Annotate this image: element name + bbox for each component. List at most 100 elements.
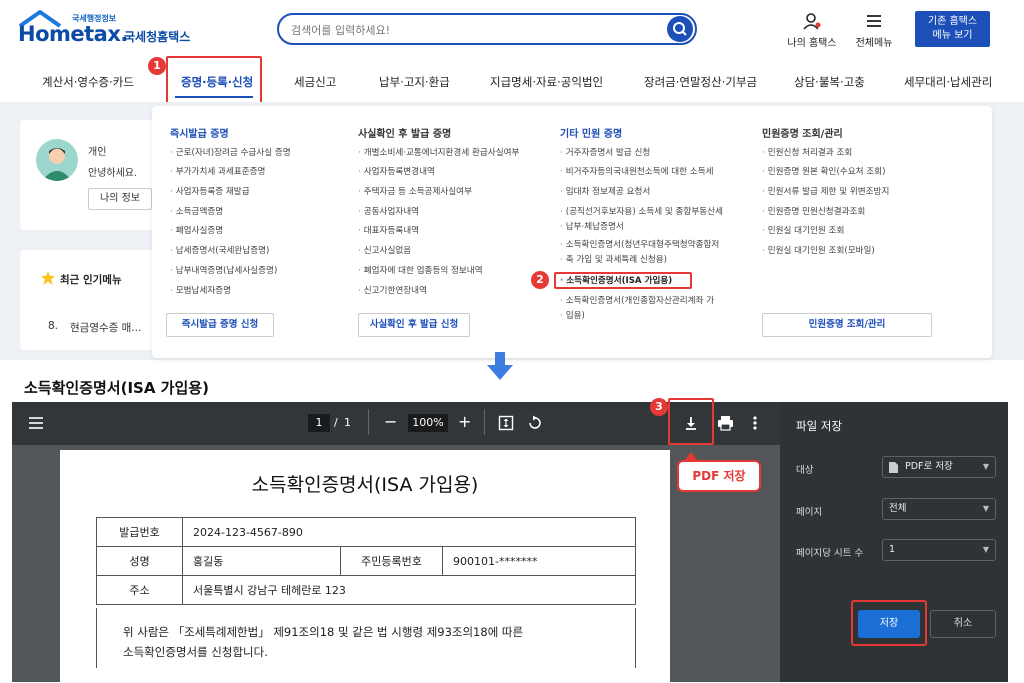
menu-item[interactable]: 사업자등록변경내역 [358,167,435,178]
zoom-in-button[interactable]: + [458,412,471,431]
menu-item[interactable]: 공동사업자내역 [358,207,419,218]
fit-page-icon[interactable] [498,415,514,431]
address-value: 서울특별시 강남구 테헤란로 123 [182,575,636,605]
step1-highlight-box [166,56,262,104]
menu-item[interactable]: 민원증명 민원신청결과조회 [762,207,866,218]
sheets-label: 페이지당 시트 수 [796,548,864,559]
menu-item[interactable]: 소득확인증명서(청년우대형주택청약종합저 [560,240,720,251]
document-info-table: 발급번호 2024-123-4567-890 성명 홍길동 주민등록번호 900… [96,517,636,605]
pages-value: 전체 [889,503,907,514]
save-button[interactable]: 저장 [858,610,920,638]
more-vertical-icon[interactable] [752,415,758,431]
pages-select[interactable]: 전체 ▼ [882,498,996,520]
name-value: 홍길동 [182,546,341,576]
popular-item-number: 8. [48,320,59,332]
all-menu-button[interactable]: 전체메뉴 [844,12,904,49]
menu-item[interactable]: 소득확인증명서(개인종합자산관리계좌 가 [560,296,714,307]
col-verified-title: 사실확인 후 발급 증명 [358,129,452,140]
menu-item[interactable]: 임대차 정보제공 요청서 [560,187,651,198]
manage-button[interactable]: 민원증명 조회/관리 [762,313,932,337]
menu-item[interactable]: 주택자금 등 소득공제사실여부 [358,187,472,198]
rotate-icon[interactable] [527,415,543,431]
nav-item-tax-filing[interactable]: 세금신고 [294,74,336,90]
menu-item[interactable]: 비거주자등의국내원천소득에 대한 소득세 [560,167,714,178]
destination-select[interactable]: PDF로 저장 ▼ [882,456,996,478]
menu-item[interactable]: 신고기한연장내역 [358,286,427,297]
star-icon [41,271,55,285]
menu-item[interactable]: 신고사실없음 [358,246,411,257]
menu-item[interactable]: 모범납세자증명 [170,286,231,297]
instant-issue-button[interactable]: 즉시발급 증명 신청 [166,313,274,337]
cancel-button[interactable]: 취소 [930,610,996,638]
menu-item[interactable]: 대표자등록내역 [358,226,419,237]
nav-item-receipts[interactable]: 계산서·영수증·카드 [42,74,134,90]
body-line-1: 위 사람은 「조세특례제한법」 제91조의18 및 같은 법 시행령 제93조의… [123,625,524,639]
menu-item[interactable]: 납부내역증명(납세사실증명) [170,266,278,277]
page-number-input[interactable]: 1 [308,414,330,432]
person-avatar-icon [42,148,72,181]
table-row: 주소 서울특별시 강남구 테헤란로 123 [96,575,636,605]
save-panel-title: 파일 저장 [796,419,842,433]
hamburger-icon [867,15,881,27]
chevron-down-icon: ▼ [982,462,989,471]
menu-item[interactable]: 소득금액증명 [170,207,223,218]
zoom-out-button[interactable]: − [384,412,397,431]
chevron-down-icon: ▼ [982,504,989,513]
logo-subtitle: 국세청홈택스 [124,30,191,44]
my-info-button[interactable]: 나의 정보 [88,188,152,210]
popular-menu-title: 최근 인기메뉴 [60,274,122,286]
menu-item[interactable]: 민원서류 발급 제한 및 위변조방지 [762,187,890,198]
menu-item-cont[interactable]: 입용) [560,311,585,322]
sheets-select[interactable]: 1 ▼ [882,539,996,561]
viewer-menu-icon[interactable] [28,416,44,430]
menu-item[interactable]: 거주자증명서 발급 신청 [560,148,651,159]
search-input[interactable] [291,21,651,39]
step2-badge: 2 [531,271,549,289]
zoom-input[interactable]: 100% [408,414,448,432]
search-button[interactable] [667,16,693,42]
legacy-menu-label: 기존 홈택스 메뉴 보기 [927,16,978,41]
page-total: 1 [344,416,351,429]
nav-item-consulting[interactable]: 상담·불복·고충 [794,74,865,90]
print-icon[interactable] [717,415,734,431]
address-label: 주소 [96,575,183,605]
my-hometax-label: 나의 홈택스 [787,38,837,49]
menu-item[interactable]: 개별소비세·교통에너지환경세 환급사실여부 [358,148,520,159]
step2-highlight-box [554,272,692,289]
name-label: 성명 [96,546,183,576]
popular-menu-card [20,250,160,350]
nav-item-payment[interactable]: 납부·고지·환급 [379,74,450,90]
nav-item-tax-agent[interactable]: 세무대리·납세관리 [904,74,992,90]
step3-highlight-box [668,398,714,445]
menu-item[interactable]: 폐업자에 대한 업종등의 정보내역 [358,266,483,277]
all-menu-label: 전체메뉴 [855,38,893,49]
menu-item[interactable]: 납세증명서(국세완납증명) [170,246,270,257]
menu-item[interactable]: 폐업사실증명 [170,226,223,237]
table-row: 성명 홍길동 주민등록번호 900101-******* [96,546,636,576]
popular-item-link[interactable]: 현금영수증 매... [70,320,141,335]
verified-issue-button[interactable]: 사실확인 후 발급 신청 [358,313,470,337]
pages-label: 페이지 [796,507,823,518]
destination-label: 대상 [796,465,814,476]
chevron-down-icon: ▼ [982,545,989,554]
menu-item-cont[interactable]: 축 가입 및 과세특례 신청용) [560,255,667,266]
search-icon [673,22,687,36]
menu-item[interactable]: 부가가치세 과세표준증명 [170,167,266,178]
step3-badge: 3 [650,398,668,416]
legacy-menu-button[interactable]: 기존 홈택스 메뉴 보기 [915,11,990,47]
nav-item-statements[interactable]: 지급명세·자료·공익법인 [490,74,603,90]
nav-item-incentives[interactable]: 장려금·연말정산·기부금 [644,74,757,90]
menu-item[interactable]: (공직선거후보자용) 소득세 및 종합부동산세 [560,207,723,218]
menu-item[interactable]: 민원증명 원본 확인(수요처 조회) [762,167,886,178]
logo-wordmark[interactable]: Hometax. [18,22,128,46]
menu-item[interactable]: 사업자등록증 재발급 [170,187,250,198]
menu-item[interactable]: 민원실 대기인원 조회(모바일) [762,246,875,257]
menu-item-cont[interactable]: 납부·체납증명서 [560,222,624,233]
menu-item[interactable]: 민원신청 처리결과 조회 [762,148,853,159]
col-other-title: 기타 민원 증명 [560,129,623,140]
my-hometax-link[interactable]: 나의 홈택스 [782,12,842,49]
menu-item[interactable]: 민원실 대기인원 조회 [762,226,845,237]
menu-item[interactable]: 근로(자녀)장려금 수급사실 증명 [170,148,291,159]
document-body: 위 사람은 「조세특례제한법」 제91조의18 및 같은 법 시행령 제93조의… [96,608,636,668]
file-icon [889,462,898,473]
